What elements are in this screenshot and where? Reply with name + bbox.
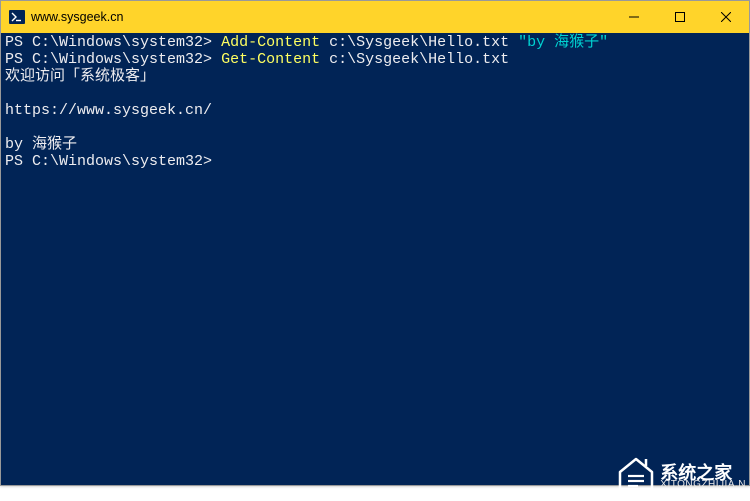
titlebar[interactable]: www.sysgeek.cn <box>1 1 749 33</box>
command-line: PS C:\Windows\system32> Add-Content c:\S… <box>5 34 745 51</box>
window-title: www.sysgeek.cn <box>31 10 123 24</box>
close-button[interactable] <box>703 1 749 33</box>
output-line: by 海猴子 <box>5 136 745 153</box>
command-line: PS C:\Windows\system32> Get-Content c:\S… <box>5 51 745 68</box>
powershell-icon <box>9 9 25 25</box>
cmdlet: Get-Content <box>221 51 320 68</box>
output-line: 欢迎访问「系统极客」 <box>5 68 745 85</box>
output-line <box>5 85 745 102</box>
prompt: PS C:\Windows\system32> <box>5 34 212 51</box>
prompt: PS C:\Windows\system32> <box>5 153 212 170</box>
cmdlet: Add-Content <box>221 34 320 51</box>
prompt: PS C:\Windows\system32> <box>5 51 212 68</box>
minimize-button[interactable] <box>611 1 657 33</box>
argument: c:\Sysgeek\Hello.txt <box>329 51 509 68</box>
argument: c:\Sysgeek\Hello.txt <box>329 34 509 51</box>
terminal-body[interactable]: PS C:\Windows\system32> Add-Content c:\S… <box>1 33 749 485</box>
output-line <box>5 119 745 136</box>
prompt-line: PS C:\Windows\system32> <box>5 153 745 170</box>
window-controls <box>611 1 749 33</box>
powershell-window: www.sysgeek.cn PS C:\Windows\system32> A… <box>0 0 750 486</box>
string-literal: "by 海猴子" <box>518 34 608 51</box>
maximize-button[interactable] <box>657 1 703 33</box>
output-line: https://www.sysgeek.cn/ <box>5 102 745 119</box>
